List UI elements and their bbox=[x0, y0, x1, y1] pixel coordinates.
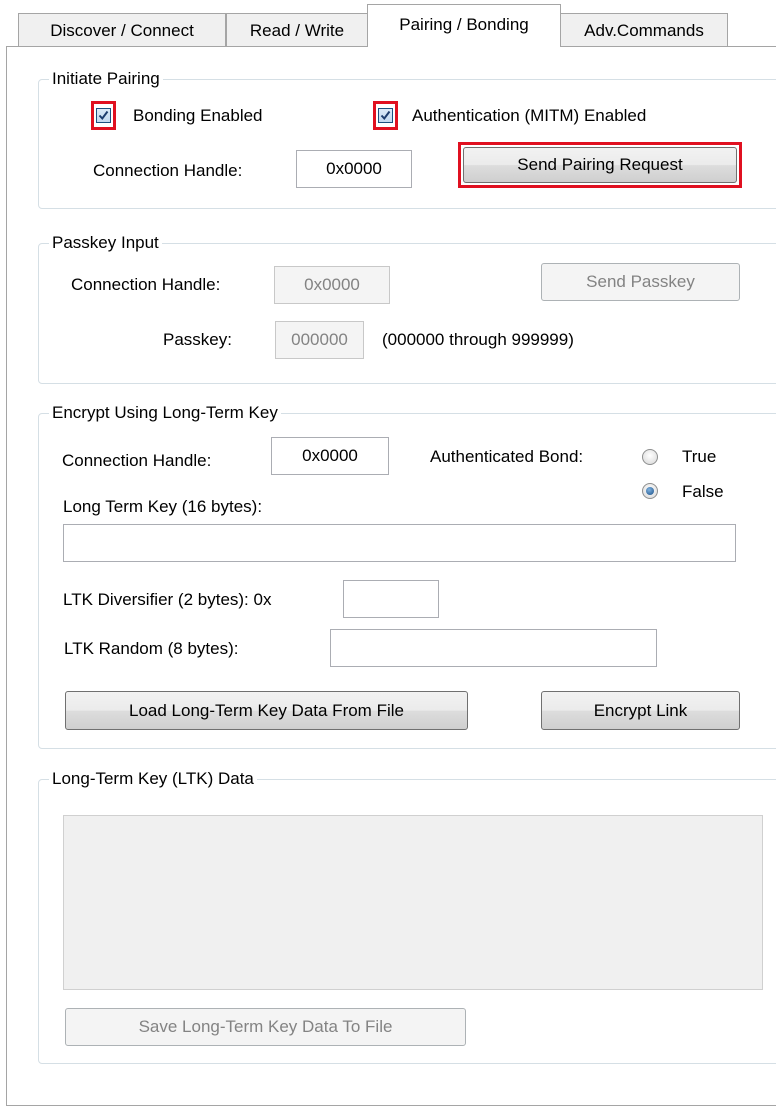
load-ltk-from-file-button[interactable]: Load Long-Term Key Data From File bbox=[65, 691, 468, 730]
tab-discover-connect[interactable]: Discover / Connect bbox=[18, 13, 226, 46]
send-pairing-request-button[interactable]: Send Pairing Request bbox=[463, 147, 737, 183]
passkey-connection-handle-label: Connection Handle: bbox=[71, 275, 221, 294]
tab-adv-commands[interactable]: Adv.Commands bbox=[560, 13, 728, 46]
encrypt-connection-handle-input[interactable]: 0x0000 bbox=[271, 437, 389, 475]
encrypt-ltk-title: Encrypt Using Long-Term Key bbox=[49, 403, 281, 423]
initiate-pairing-title: Initiate Pairing bbox=[49, 69, 163, 89]
tab-pairing-bonding[interactable]: Pairing / Bonding bbox=[367, 4, 561, 47]
auth-bond-false-radio[interactable] bbox=[642, 483, 658, 499]
ltk-data-title: Long-Term Key (LTK) Data bbox=[49, 769, 257, 789]
authenticated-bond-label: Authenticated Bond: bbox=[430, 447, 584, 466]
pairing-connection-handle-input[interactable]: 0x0000 bbox=[296, 150, 412, 188]
long-term-key-label: Long Term Key (16 bytes): bbox=[63, 497, 263, 516]
auth-bond-false-label: False bbox=[682, 482, 724, 501]
bonding-enabled-label: Bonding Enabled bbox=[133, 106, 263, 125]
authentication-mitm-label: Authentication (MITM) Enabled bbox=[412, 106, 647, 125]
auth-bond-true-radio[interactable] bbox=[642, 449, 658, 465]
ltk-data-display bbox=[63, 815, 763, 990]
radio-selected-dot bbox=[646, 487, 654, 495]
check-icon bbox=[98, 110, 109, 121]
send-passkey-button[interactable]: Send Passkey bbox=[541, 263, 740, 301]
passkey-input[interactable]: 000000 bbox=[275, 321, 364, 359]
ltk-diversifier-input[interactable] bbox=[343, 580, 439, 618]
bonding-enabled-checkbox[interactable] bbox=[96, 108, 111, 123]
ltk-random-label: LTK Random (8 bytes): bbox=[64, 639, 239, 658]
passkey-connection-handle-input[interactable]: 0x0000 bbox=[274, 266, 390, 304]
tab-read-write[interactable]: Read / Write bbox=[226, 13, 368, 46]
passkey-label: Passkey: bbox=[163, 330, 232, 349]
pairing-connection-handle-label: Connection Handle: bbox=[93, 161, 243, 180]
check-icon bbox=[380, 110, 391, 121]
passkey-range-hint: (000000 through 999999) bbox=[382, 330, 574, 349]
encrypt-connection-handle-label: Connection Handle: bbox=[62, 451, 212, 470]
long-term-key-input[interactable] bbox=[63, 524, 736, 562]
ltk-random-input[interactable] bbox=[330, 629, 657, 667]
save-ltk-to-file-button[interactable]: Save Long-Term Key Data To File bbox=[65, 1008, 466, 1046]
auth-bond-true-label: True bbox=[682, 447, 717, 466]
passkey-input-title: Passkey Input bbox=[49, 233, 162, 253]
authentication-mitm-checkbox[interactable] bbox=[378, 108, 393, 123]
ltk-diversifier-label: LTK Diversifier (2 bytes): 0x bbox=[63, 590, 272, 609]
encrypt-link-button[interactable]: Encrypt Link bbox=[541, 691, 740, 730]
